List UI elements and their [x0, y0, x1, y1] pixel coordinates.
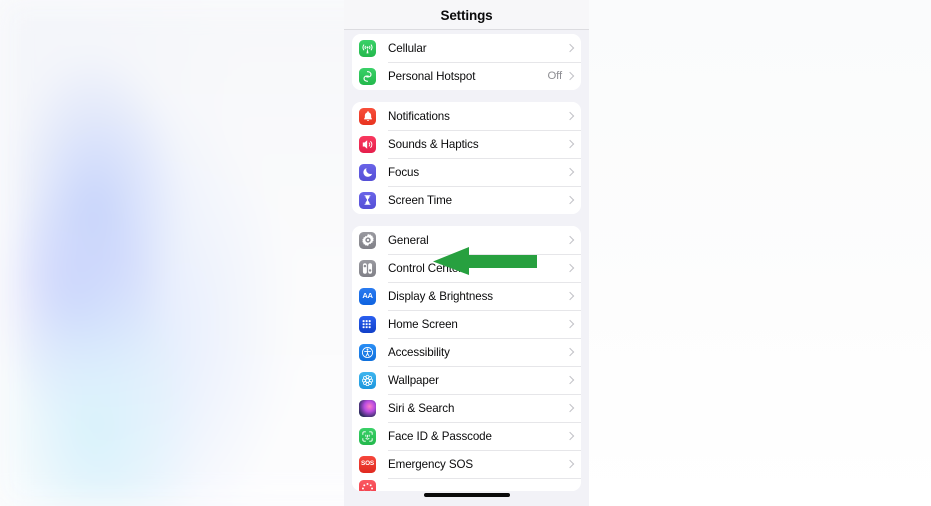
chevron-right-icon: [567, 375, 573, 385]
settings-row-label: Home Screen: [388, 317, 458, 331]
settings-row-label: Siri & Search: [388, 401, 455, 415]
settings-row[interactable]: Wallpaper: [352, 366, 581, 394]
settings-row[interactable]: Face ID & Passcode: [352, 422, 581, 450]
chevron-right-icon: [567, 459, 573, 469]
settings-row-label: Display & Brightness: [388, 289, 493, 303]
settings-row-label: Emergency SOS: [388, 457, 474, 471]
chevron-right-icon: [567, 431, 573, 441]
siri-orb-icon: [359, 399, 376, 417]
cellular-icon: [359, 39, 376, 57]
settings-row[interactable]: General: [352, 226, 581, 254]
settings-row[interactable]: Siri & Search: [352, 394, 581, 422]
settings-row[interactable]: [352, 478, 581, 491]
chevron-right-icon: [567, 139, 573, 149]
background-right-panel: [586, 0, 931, 506]
chevron-right-icon: [567, 71, 573, 81]
settings-row-label: Face ID & Passcode: [388, 429, 492, 443]
settings-row[interactable]: AA Display & Brightness: [352, 282, 581, 310]
settings-row-label: Screen Time: [388, 193, 452, 207]
settings-row-label: Notifications: [388, 109, 450, 123]
chevron-right-icon: [567, 347, 573, 357]
settings-row-label: Sounds & Haptics: [388, 137, 479, 151]
settings-row-label: General: [388, 233, 429, 247]
settings-row[interactable]: SOS Emergency SOS: [352, 450, 581, 478]
chevron-right-icon: [567, 111, 573, 121]
ios-settings-screen: Settings Cellular Personal Hotspot Off Noti…: [344, 0, 589, 506]
settings-list[interactable]: Cellular Personal Hotspot Off Notifications…: [344, 34, 589, 506]
chevron-right-icon: [567, 235, 573, 245]
gear-icon: [359, 231, 376, 249]
settings-row[interactable]: Focus: [352, 158, 581, 186]
page-title: Settings: [440, 7, 493, 23]
settings-row[interactable]: Home Screen: [352, 310, 581, 338]
settings-row[interactable]: Cellular: [352, 34, 581, 62]
settings-row-label: Personal Hotspot: [388, 69, 476, 83]
home-screen-grid-icon: [359, 315, 376, 333]
sos-icon: SOS: [359, 455, 376, 473]
chevron-right-icon: [567, 291, 573, 301]
control-center-icon: [359, 259, 376, 277]
settings-group-alerts: Notifications Sounds & Haptics Focus Screen…: [352, 102, 581, 214]
settings-row-label: Accessibility: [388, 345, 450, 359]
settings-row-label: Wallpaper: [388, 373, 439, 387]
settings-row-label: Cellular: [388, 41, 427, 55]
face-id-icon: [359, 427, 376, 445]
chevron-right-icon: [567, 263, 573, 273]
hotspot-icon: [359, 67, 376, 85]
settings-row[interactable]: Personal Hotspot Off: [352, 62, 581, 90]
settings-group-system: General Control Center AA Display & Brightn…: [352, 226, 581, 491]
chevron-right-icon: [567, 43, 573, 53]
settings-row[interactable]: Screen Time: [352, 186, 581, 214]
screenshot-canvas: Settings Cellular Personal Hotspot Off Noti…: [0, 0, 931, 506]
chevron-right-icon: [567, 195, 573, 205]
display-aa-icon: AA: [359, 287, 376, 305]
navigation-bar: Settings: [344, 0, 589, 30]
chevron-right-icon: [567, 319, 573, 329]
wallpaper-flower-icon: [359, 371, 376, 389]
chevron-right-icon: [567, 167, 573, 177]
settings-group-connectivity: Cellular Personal Hotspot Off: [352, 34, 581, 90]
settings-row-value: Off: [547, 70, 562, 82]
speaker-icon: [359, 135, 376, 153]
chevron-right-icon: [567, 403, 573, 413]
home-indicator: [423, 493, 510, 497]
accessibility-icon: [359, 343, 376, 361]
settings-row[interactable]: Notifications: [352, 102, 581, 130]
moon-icon: [359, 163, 376, 181]
settings-row[interactable]: Sounds & Haptics: [352, 130, 581, 158]
hourglass-icon: [359, 191, 376, 209]
settings-row[interactable]: Control Center: [352, 254, 581, 282]
settings-row-label: Control Center: [388, 261, 462, 275]
exposure-notifications-icon: [359, 480, 376, 491]
navigation-hairline: [344, 29, 589, 30]
settings-row-label: Focus: [388, 165, 420, 179]
bell-icon: [359, 107, 376, 125]
settings-row[interactable]: Accessibility: [352, 338, 581, 366]
